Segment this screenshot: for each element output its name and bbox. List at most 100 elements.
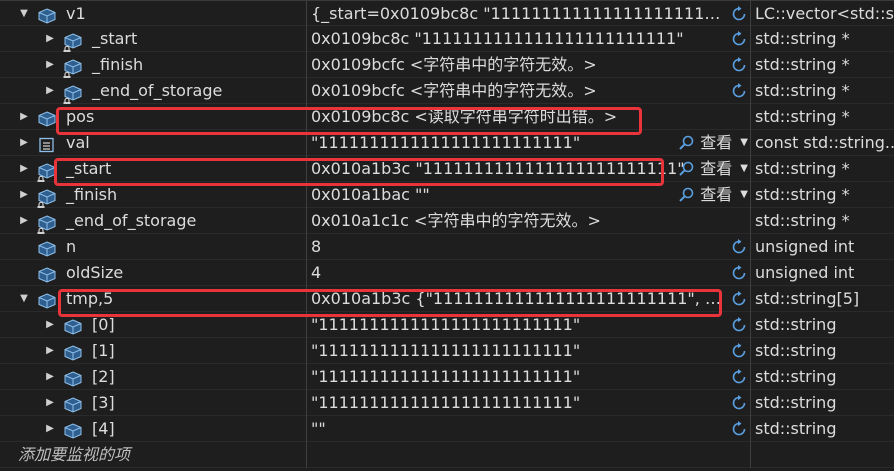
watch-row[interactable]: ▶ val "1111111111111111111111111" 查看 ▼ const … (0, 130, 894, 156)
value-cell[interactable]: 0x010a1b3c {"1111111111111111111111111",… (306, 286, 750, 312)
add-watch-label[interactable]: 添加要监视的项 (0, 442, 306, 468)
type-cell: LC::vector<std::s... (750, 1, 894, 27)
watch-row[interactable]: ▶ [0] "1111111111111111111111111" std::stri… (0, 312, 894, 338)
type-cell: const std::string... (750, 130, 894, 156)
name-cell: ▶ _start (0, 26, 306, 52)
expand-arrow-icon[interactable]: ▶ (44, 364, 56, 390)
refresh-icon[interactable] (730, 420, 748, 438)
variable-value: "1111111111111111111111111" (311, 133, 581, 152)
watch-row[interactable]: ▶ [3] "1111111111111111111111111" std::stri… (0, 390, 894, 416)
value-cell[interactable]: 0x010a1b3c "1111111111111111111111111" 查看… (306, 156, 750, 182)
variable-name: pos (66, 107, 95, 126)
refresh-icon[interactable] (730, 30, 748, 48)
expand-arrow-icon[interactable]: ▶ (44, 26, 56, 52)
variable-name: [2] (92, 367, 115, 386)
refresh-icon[interactable] (730, 238, 748, 256)
value-cell[interactable]: "1111111111111111111111111" (306, 338, 750, 364)
view-button[interactable]: 查看 ▼ (678, 156, 748, 182)
add-watch-row[interactable]: 添加要监视的项 (0, 442, 894, 468)
watch-row[interactable]: ▶ _start 0x010a1b3c "111111111111111111111… (0, 156, 894, 182)
refresh-icon[interactable] (730, 316, 748, 334)
value-cell[interactable]: "" (306, 416, 750, 442)
value-cell[interactable]: 8 (306, 234, 750, 260)
cube-icon (64, 421, 82, 439)
collapse-arrow-icon[interactable]: ▼ (18, 1, 30, 27)
watch-window: ▼ v1 {_start=0x0109bc8c "11111111111111111… (0, 0, 894, 468)
variable-value: "" (311, 419, 326, 438)
collapse-arrow-icon[interactable]: ▼ (18, 286, 30, 312)
expand-arrow-icon[interactable]: ▶ (18, 104, 30, 130)
expand-arrow-icon[interactable]: ▶ (44, 390, 56, 416)
refresh-icon[interactable] (730, 56, 748, 74)
watch-row[interactable]: ▶ _start 0x0109bc8c "111111111111111111111… (0, 26, 894, 52)
variable-name: _finish (92, 55, 144, 74)
value-cell[interactable]: 0x0109bcfc <字符串中的字符无效。> (306, 78, 750, 104)
variable-name: [0] (92, 315, 115, 334)
lock-icon (62, 89, 72, 104)
refresh-icon[interactable] (730, 290, 748, 308)
dropdown-caret-icon[interactable]: ▼ (740, 182, 748, 208)
variable-name: n (66, 237, 77, 256)
type-cell: std::string * (750, 208, 894, 234)
refresh-icon[interactable] (730, 394, 748, 412)
dropdown-caret-icon[interactable]: ▼ (740, 130, 748, 156)
watch-row[interactable]: ▶ _finish 0x010a1bac "" 查看 ▼ std::string * (0, 182, 894, 208)
expand-arrow-icon[interactable]: ▶ (44, 312, 56, 338)
view-button[interactable]: 查看 ▼ (678, 182, 748, 208)
cube-icon (64, 369, 82, 387)
value-cell[interactable]: "1111111111111111111111111" 查看 ▼ (306, 130, 750, 156)
expand-arrow-icon[interactable]: ▶ (18, 130, 30, 156)
value-cell[interactable]: 0x0109bcfc <字符串中的字符无效。> (306, 52, 750, 78)
value-cell[interactable]: 0x010a1bac "" 查看 ▼ (306, 182, 750, 208)
watch-row[interactable]: oldSize 4 unsigned int (0, 260, 894, 286)
type-cell: std::string (750, 338, 894, 364)
variable-name: [4] (92, 419, 115, 438)
watch-row[interactable]: ▶ [4] "" std::string (0, 416, 894, 442)
expand-arrow-icon[interactable]: ▶ (44, 338, 56, 364)
cube-icon (64, 317, 82, 335)
watch-row[interactable]: ▶ _end_of_storage 0x0109bcfc <字符串中的字符无效。> s… (0, 78, 894, 104)
watch-row[interactable]: ▶ [2] "1111111111111111111111111" std::stri… (0, 364, 894, 390)
refresh-icon[interactable] (730, 264, 748, 282)
name-cell: ▶ [2] (0, 364, 306, 390)
value-cell[interactable]: 0x0109bc8c <读取字符串字符时出错。> (306, 104, 750, 130)
refresh-icon[interactable] (730, 368, 748, 386)
view-label: 查看 (700, 133, 733, 152)
value-cell[interactable]: "1111111111111111111111111" (306, 390, 750, 416)
watch-row[interactable]: ▶ _end_of_storage 0x010a1c1c <字符串中的字符无效。> s… (0, 208, 894, 234)
variable-value: "1111111111111111111111111" (311, 367, 581, 386)
refresh-icon[interactable] (730, 342, 748, 360)
name-cell: ▶ [3] (0, 390, 306, 416)
expand-arrow-icon[interactable]: ▶ (44, 78, 56, 104)
magnifier-icon (678, 134, 696, 152)
variable-name: _end_of_storage (92, 81, 223, 100)
variable-value: 0x010a1b3c {"1111111111111111111111111",… (311, 289, 721, 308)
value-cell[interactable]: 0x0109bc8c "1111111111111111111111111" (306, 26, 750, 52)
watch-row[interactable]: ▶ _finish 0x0109bcfc <字符串中的字符无效。> std::stri… (0, 52, 894, 78)
expand-arrow-icon[interactable]: ▶ (44, 52, 56, 78)
magnifier-icon (678, 160, 696, 178)
watch-row[interactable]: ▼ tmp,5 0x010a1b3c {"111111111111111111111… (0, 286, 894, 312)
value-cell[interactable]: 0x010a1c1c <字符串中的字符无效。> (306, 208, 750, 234)
value-cell[interactable]: "1111111111111111111111111" (306, 364, 750, 390)
value-cell[interactable]: "1111111111111111111111111" (306, 312, 750, 338)
watch-row[interactable]: ▼ v1 {_start=0x0109bc8c "11111111111111111… (0, 0, 894, 27)
value-cell[interactable]: 4 (306, 260, 750, 286)
watch-row[interactable]: ▶ [1] "1111111111111111111111111" std::stri… (0, 338, 894, 364)
variable-value: "1111111111111111111111111" (311, 393, 581, 412)
refresh-icon[interactable] (730, 82, 748, 100)
dropdown-caret-icon[interactable]: ▼ (740, 156, 748, 182)
variable-value: 4 (311, 263, 322, 282)
watch-row[interactable]: ▶ pos 0x0109bc8c <读取字符串字符时出错。> std::string … (0, 104, 894, 130)
name-cell: ▶ _end_of_storage (0, 78, 306, 104)
refresh-icon[interactable] (730, 5, 748, 23)
expand-arrow-icon[interactable]: ▶ (18, 182, 30, 208)
type-cell: std::string * (750, 104, 894, 130)
watch-row[interactable]: n 8 unsigned int (0, 234, 894, 260)
view-button[interactable]: 查看 ▼ (678, 130, 748, 156)
expand-arrow-icon[interactable]: ▶ (18, 156, 30, 182)
expand-arrow-icon[interactable]: ▶ (44, 416, 56, 442)
expand-arrow-icon[interactable]: ▶ (18, 208, 30, 234)
name-cell: ▶ _end_of_storage (0, 208, 306, 234)
value-cell[interactable]: {_start=0x0109bc8c "11111111111111111111… (306, 1, 750, 27)
